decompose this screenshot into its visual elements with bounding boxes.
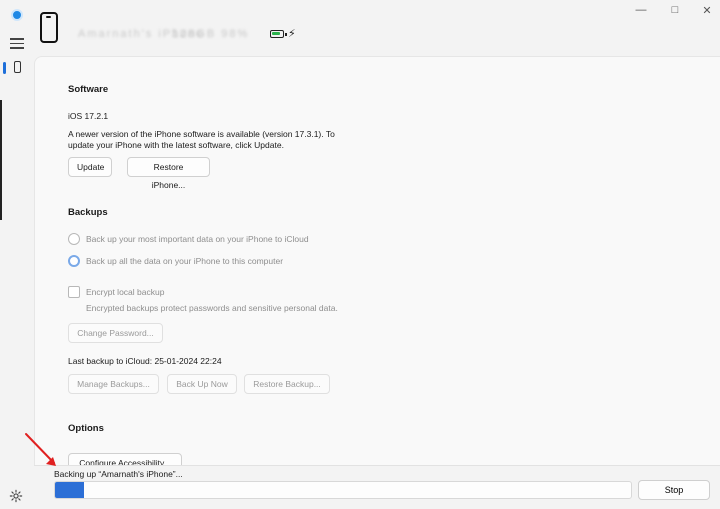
configure-accessibility-button[interactable]: Configure Accessibility... (68, 453, 182, 465)
manage-backups-button[interactable]: Manage Backups... (68, 374, 159, 394)
backup-status-text: Backing up “Amarnath's iPhone”... (54, 469, 183, 479)
close-button[interactable]: ✕ (696, 4, 718, 17)
options-title: Options (68, 423, 104, 434)
software-title: Software (68, 84, 109, 95)
charging-icon: ⚡ (288, 28, 296, 40)
encrypt-checkbox[interactable] (68, 286, 80, 298)
app-logo-icon (11, 9, 23, 21)
selection-indicator (3, 62, 6, 74)
update-button[interactable]: Update (68, 157, 112, 177)
radio-computer-label: Back up all the data on your iPhone to t… (86, 256, 284, 266)
status-bar: Backing up “Amarnath's iPhone”... Stop (34, 465, 720, 509)
backups-title: Backups (68, 207, 108, 218)
update-message-line2: update your iPhone with the latest softw… (68, 140, 284, 150)
gear-icon[interactable] (9, 489, 23, 503)
app-window: Amarnath's iPhone 128GB 98% ⚡ — □ ✕ Soft… (0, 0, 720, 509)
radio-icloud[interactable] (68, 233, 80, 245)
last-backup-text: Last backup to iCloud: 25-01-2024 22:24 (68, 356, 222, 366)
radio-icloud-label: Back up your most important data on your… (86, 234, 309, 244)
restore-backup-button[interactable]: Restore Backup... (244, 374, 330, 394)
iphone-icon (40, 12, 58, 43)
sidebar-item-device[interactable] (3, 59, 29, 77)
radio-computer[interactable] (68, 255, 80, 267)
battery-icon (270, 30, 287, 38)
progress-fill (55, 482, 84, 498)
ios-version: iOS 17.2.1 (68, 111, 109, 121)
encrypt-label: Encrypt local backup (86, 287, 165, 297)
minimize-button[interactable]: — (630, 4, 652, 16)
main-content: Software iOS 17.2.1 A newer version of t… (34, 56, 720, 465)
back-up-now-button[interactable]: Back Up Now (167, 374, 237, 394)
menu-icon[interactable] (10, 38, 24, 49)
device-info: 128GB 98% (172, 28, 250, 40)
stop-button[interactable]: Stop (638, 480, 710, 500)
encrypt-description: Encrypted backups protect passwords and … (86, 303, 338, 313)
device-header: Amarnath's iPhone 128GB 98% ⚡ — □ ✕ (34, 0, 720, 56)
annotation-arrow-icon (25, 433, 56, 466)
change-password-button[interactable]: Change Password... (68, 323, 163, 343)
window-edge (0, 100, 2, 220)
maximize-button[interactable]: □ (664, 4, 686, 16)
backup-progress-bar (54, 481, 632, 499)
phone-icon (14, 61, 21, 73)
restore-iphone-button[interactable]: Restore iPhone... (127, 157, 210, 190)
